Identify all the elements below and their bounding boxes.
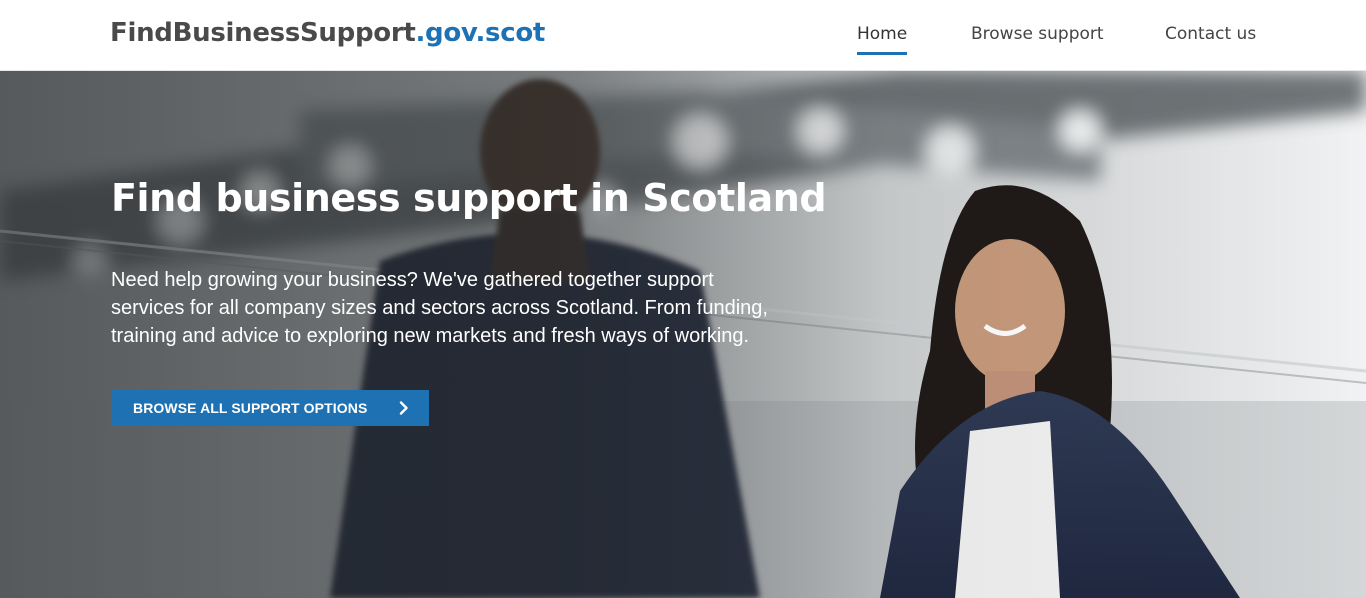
site-header: FindBusinessSupport .gov.scot Home Browse… — [0, 0, 1366, 71]
browse-all-support-button[interactable]: BROWSE ALL SUPPORT OPTIONS — [111, 390, 429, 426]
main-nav: Home Browse support Contact us — [0, 24, 1366, 58]
browse-all-support-label: BROWSE ALL SUPPORT OPTIONS — [133, 400, 368, 416]
nav-home[interactable]: Home — [857, 24, 908, 55]
hero-title: Find business support in Scotland — [111, 176, 827, 220]
nav-browse-support[interactable]: Browse support — [971, 24, 1104, 52]
hero-banner: Find business support in Scotland Need h… — [0, 71, 1366, 598]
hero-description: Need help growing your business? We've g… — [111, 269, 768, 347]
nav-contact-us[interactable]: Contact us — [1165, 24, 1256, 52]
chevron-right-icon — [399, 401, 408, 415]
